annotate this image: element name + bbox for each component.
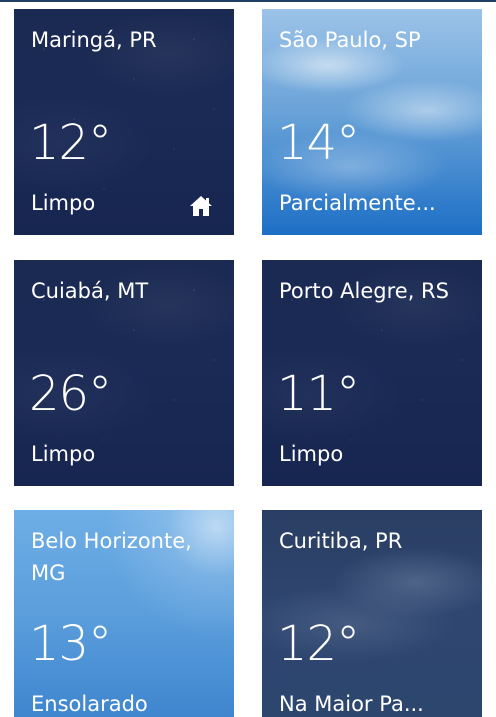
city-name: Porto Alegre, RS — [279, 279, 449, 303]
top-accent-line — [0, 0, 496, 2]
temperature: 12° — [29, 115, 112, 171]
temperature: 14° — [277, 115, 360, 171]
city-name: Cuiabá, MT — [31, 279, 149, 303]
city-name: São Paulo, SP — [279, 28, 421, 52]
temperature: 26° — [29, 366, 112, 422]
weather-condition: Na Maior Pa... — [279, 692, 424, 716]
weather-condition: Limpo — [31, 191, 96, 215]
weather-condition: Parcialmente... — [279, 191, 436, 215]
home-icon — [190, 196, 212, 216]
weather-condition: Limpo — [31, 442, 96, 466]
weather-tile-belo-horizonte[interactable]: Belo Horizonte, MG 13° Ensolarado — [14, 510, 234, 717]
city-name: Curitiba, PR — [279, 529, 403, 553]
weather-condition: Limpo — [279, 442, 344, 466]
temperature: 11° — [277, 366, 360, 422]
weather-condition: Ensolarado — [31, 692, 148, 716]
city-name: Maringá, PR — [31, 28, 157, 52]
weather-tile-cuiaba[interactable]: Cuiabá, MT 26° Limpo — [14, 260, 234, 486]
temperature: 13° — [29, 616, 112, 672]
weather-tile-curitiba[interactable]: Curitiba, PR 12° Na Maior Pa... — [262, 510, 482, 717]
temperature: 12° — [277, 616, 360, 672]
weather-tile-porto-alegre[interactable]: Porto Alegre, RS 11° Limpo — [262, 260, 482, 486]
city-name: Belo Horizonte, MG — [31, 529, 192, 585]
weather-tile-sao-paulo[interactable]: São Paulo, SP 14° Parcialmente... — [262, 9, 482, 235]
weather-tile-maringa[interactable]: Maringá, PR 12° Limpo — [14, 9, 234, 235]
